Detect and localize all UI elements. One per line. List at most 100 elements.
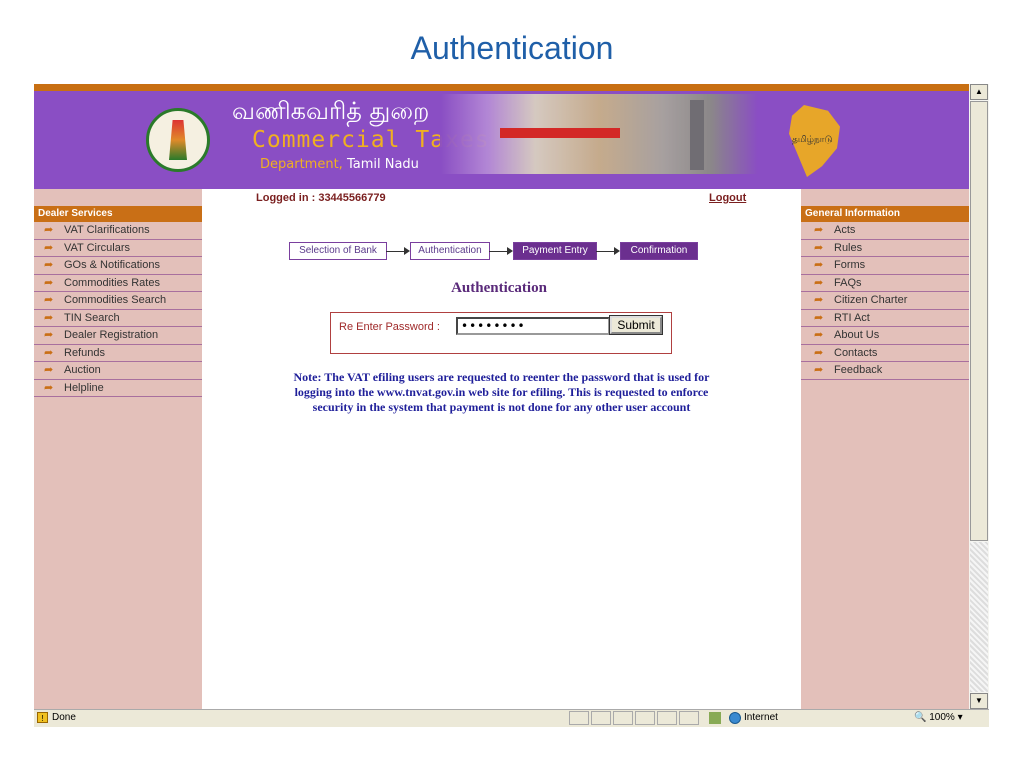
step-connector	[489, 251, 509, 252]
map-label: தமிழ்நாடு	[792, 135, 833, 145]
menu-item-label: Commodities Search	[64, 294, 167, 306]
menu-item-label: Refunds	[64, 346, 105, 359]
zoom-value: 100%	[929, 712, 955, 723]
scrollbar-thumb[interactable]	[970, 101, 988, 541]
status-pane	[569, 711, 589, 725]
web-page: வணிகவரித் துறை Commercial Taxes Departme…	[34, 84, 969, 709]
arrow-icon: ➦	[814, 346, 824, 359]
scroll-down-icon[interactable]: ▼	[970, 693, 988, 709]
arrow-icon: ➦	[44, 276, 54, 289]
menu-item-vat-clarifications[interactable]: ➦ VAT Clarifications	[34, 222, 202, 240]
step-confirmation: Confirmation	[620, 242, 698, 260]
arrow-icon: ➦	[44, 294, 54, 306]
security-zone: Internet	[744, 712, 778, 723]
brand-sub-place: Tamil Nadu	[346, 157, 419, 172]
brand-sub-department: Department,	[260, 157, 343, 172]
menu-item-refunds[interactable]: ➦ Refunds	[34, 345, 202, 362]
scrollbar-track[interactable]	[970, 542, 988, 692]
arrow-icon: ➦	[44, 311, 54, 324]
menu-item-commodities-search[interactable]: ➦ Commodities Search	[34, 292, 202, 310]
zoom-icon: 🔍	[914, 712, 927, 723]
warning-icon: !	[37, 712, 48, 723]
arrow-icon: ➦	[814, 276, 824, 289]
arrow-icon: ➦	[44, 224, 54, 236]
arrow-icon: ➦	[814, 259, 824, 271]
step-selection-of-bank: Selection of Bank	[289, 242, 387, 260]
tamil-nadu-emblem-icon	[146, 108, 210, 172]
step-connector	[596, 251, 616, 252]
arrow-icon: ➦	[814, 294, 824, 306]
menu-item-label: Rules	[834, 241, 863, 254]
efiling-note: Note: The VAT efiling users are requeste…	[293, 370, 710, 414]
brand-subtitle: Department, Tamil Nadu	[260, 157, 419, 172]
dealer-services-heading: Dealer Services	[34, 206, 202, 222]
menu-item-label: Auction	[64, 364, 101, 376]
general-information-heading: General Information	[801, 206, 969, 222]
menu-item-label: About Us	[834, 329, 880, 341]
menu-item-label: VAT Circulars	[64, 241, 131, 254]
left-sidebar: Dealer Services ➦ VAT Clarifications ➦ VAT…	[34, 189, 202, 709]
arrow-icon: ➦	[44, 241, 54, 254]
status-bar: ! Done Internet 🔍 100% ▾	[34, 709, 989, 727]
menu-item-feedback[interactable]: ➦ Feedback	[801, 362, 969, 380]
logged-in-status: Logged in : 33445566779	[256, 192, 386, 204]
menu-item-contacts[interactable]: ➦ Contacts	[801, 345, 969, 362]
step-authentication: Authentication	[410, 242, 490, 260]
arrow-icon: ➦	[44, 364, 54, 376]
status-pane	[635, 711, 655, 725]
menu-item-label: Commodities Rates	[64, 276, 160, 289]
menu-item-tin-search[interactable]: ➦ TIN Search	[34, 310, 202, 327]
status-pane	[613, 711, 633, 725]
scroll-up-icon[interactable]: ▲	[970, 84, 988, 100]
menu-item-label: RTI Act	[834, 311, 870, 324]
arrow-icon: ➦	[44, 381, 54, 394]
menu-item-auction[interactable]: ➦ Auction	[34, 362, 202, 380]
arrow-icon: ➦	[814, 224, 824, 236]
browser-window: வணிகவரித் துறை Commercial Taxes Departme…	[34, 84, 989, 727]
slide-title: Authentication	[410, 30, 614, 66]
menu-item-label: FAQs	[834, 276, 862, 289]
menu-item-label: Citizen Charter	[834, 294, 908, 306]
internet-globe-icon	[729, 712, 741, 724]
authentication-heading: Authentication	[451, 280, 547, 296]
menu-item-about-us[interactable]: ➦ About Us	[801, 327, 969, 345]
menu-item-label: Feedback	[834, 364, 883, 376]
menu-item-citizen-charter[interactable]: ➦ Citizen Charter	[801, 292, 969, 310]
password-input[interactable]	[456, 317, 610, 335]
general-information-menu: ➦ Acts ➦ Rules ➦ Forms ➦ FAQs ➦ Citizen Chart…	[801, 222, 969, 380]
password-form: Re Enter Password : Submit	[330, 312, 672, 354]
menu-item-rti-act[interactable]: ➦ RTI Act	[801, 310, 969, 327]
status-pane	[679, 711, 699, 725]
zoom-level[interactable]: 🔍 100% ▾	[914, 712, 963, 723]
vertical-scrollbar[interactable]: ▲ ▼	[969, 84, 989, 709]
logout-link[interactable]: Logout	[709, 192, 746, 204]
menu-item-vat-circulars[interactable]: ➦ VAT Circulars	[34, 240, 202, 257]
menu-item-helpline[interactable]: ➦ Helpline	[34, 380, 202, 397]
menu-item-dealer-registration[interactable]: ➦ Dealer Registration	[34, 327, 202, 345]
menu-item-label: VAT Clarifications	[64, 224, 150, 236]
password-label: Re Enter Password :	[339, 321, 440, 333]
status-text: Done	[52, 712, 76, 723]
step-connector	[386, 251, 406, 252]
arrow-icon: ➦	[814, 311, 824, 324]
arrow-icon: ➦	[44, 346, 54, 359]
menu-item-forms[interactable]: ➦ Forms	[801, 257, 969, 275]
arrow-icon: ➦	[44, 329, 54, 341]
menu-item-faqs[interactable]: ➦ FAQs	[801, 275, 969, 292]
header-banner-image	[440, 94, 758, 174]
status-pane	[591, 711, 611, 725]
menu-item-label: GOs & Notifications	[64, 259, 160, 271]
status-pane	[657, 711, 677, 725]
arrow-icon: ➦	[44, 259, 54, 271]
tamil-department-title: வணிகவரித் துறை	[232, 97, 430, 125]
menu-item-rules[interactable]: ➦ Rules	[801, 240, 969, 257]
menu-item-commodities-rates[interactable]: ➦ Commodities Rates	[34, 275, 202, 292]
menu-item-gos-notifications[interactable]: ➦ GOs & Notifications	[34, 257, 202, 275]
menu-item-label: Forms	[834, 259, 866, 271]
menu-item-acts[interactable]: ➦ Acts	[801, 222, 969, 240]
menu-item-label: Dealer Registration	[64, 329, 159, 341]
arrow-icon: ➦	[814, 329, 824, 341]
submit-button[interactable]: Submit	[609, 315, 663, 335]
menu-item-label: Contacts	[834, 346, 878, 359]
dealer-services-menu: ➦ VAT Clarifications ➦ VAT Circulars ➦ GOs …	[34, 222, 202, 397]
